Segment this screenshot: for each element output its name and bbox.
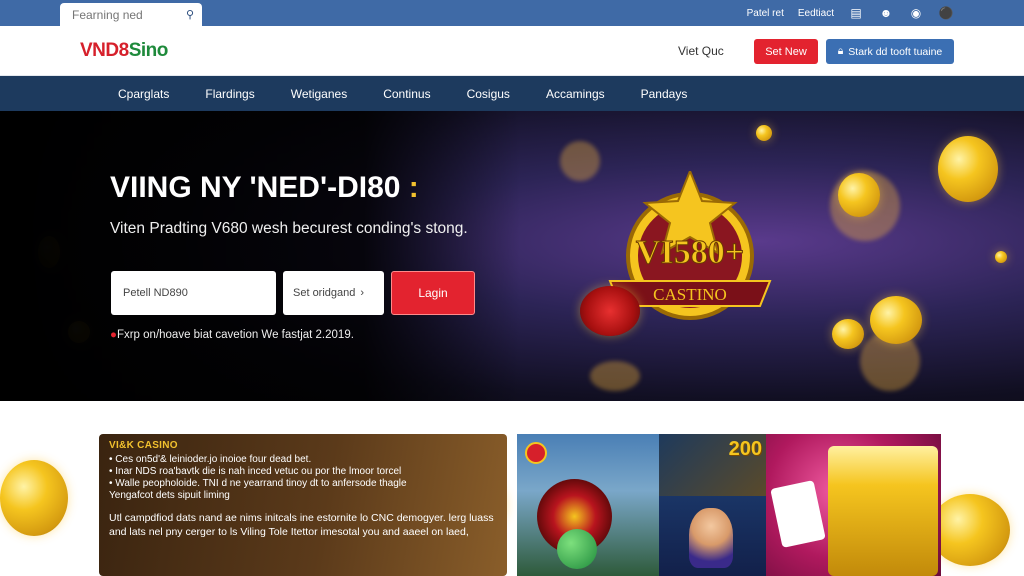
list-item-text: Walle peopholoide. TNI d ne yearrand tin… xyxy=(115,478,407,489)
option-select[interactable]: Set oridgand › xyxy=(283,271,384,315)
chip-icon xyxy=(525,442,547,464)
header-language-link[interactable]: Viet Quc xyxy=(678,44,724,58)
site-logo[interactable]: VND8Sino xyxy=(80,40,168,62)
top-utility-bar: ⚲ Patel ret Eedtiact ▤ ☻ ◉ ⚫ xyxy=(0,0,1024,26)
list-item-text: Yengafcot dets sipuit liming xyxy=(109,490,230,501)
gold-coin xyxy=(870,296,922,344)
character-figure xyxy=(689,508,733,568)
start-button[interactable]: 🔒︎ Stark dd tooft tuaine xyxy=(826,39,954,64)
nav-item-7[interactable]: Pandays xyxy=(641,87,688,101)
hero-note: ●Fxrp on/hoave biat cavetion We fastjat … xyxy=(110,329,354,341)
option-select-value: Set oridgand xyxy=(293,287,356,299)
list-item: • Walle peopholoide. TNI d ne yearrand t… xyxy=(109,478,407,489)
hero-note-text: Fxrp on/hoave biat cavetion We fastjat 2… xyxy=(116,329,354,341)
site-header: VND8Sino Viet Quc Set New 🔒︎ Stark dd to… xyxy=(0,26,1024,76)
game-tile-cards[interactable] xyxy=(766,434,941,576)
login-button[interactable]: Lagin xyxy=(391,271,475,315)
emblem-title: VI580+ xyxy=(636,234,744,271)
game-tile-roulette[interactable] xyxy=(517,434,659,576)
list-item: Yengafcot dets sipuit liming xyxy=(109,490,497,502)
emblem-subtitle: CASTINO xyxy=(653,285,727,304)
poker-chip xyxy=(580,286,640,336)
dice xyxy=(557,529,597,569)
hero-title-suffix: : xyxy=(408,171,419,204)
note-bullet-icon: ● xyxy=(110,329,117,341)
game-gallery: 200 xyxy=(517,434,941,576)
list-item: • Inar NDS roa'bavtk die is nah inced ve… xyxy=(109,466,402,477)
search-icon[interactable]: ⚲ xyxy=(186,8,194,21)
info-card-list: • Ces on5d'& leinioder.jo inoioe four de… xyxy=(109,454,497,502)
game-tile-adventure[interactable]: 200 xyxy=(659,434,766,496)
search-box[interactable]: ⚲ xyxy=(60,3,202,26)
search-input[interactable] xyxy=(72,7,172,22)
nav-item-4[interactable]: Continus xyxy=(383,87,430,101)
gold-coin xyxy=(930,494,1010,566)
gold-coin xyxy=(832,319,864,349)
username-field[interactable]: Petell ND890 xyxy=(111,271,276,315)
bokeh-light xyxy=(560,141,600,181)
nav-item-5[interactable]: Cosigus xyxy=(467,87,510,101)
gold-coin xyxy=(995,251,1007,263)
calendar-icon[interactable]: ▤ xyxy=(848,6,864,20)
start-button-label: Stark dd tooft tuaine xyxy=(848,45,943,58)
bonus-badge: 200 xyxy=(728,438,762,460)
logo-part-1: VND8 xyxy=(80,40,129,61)
gold-coin xyxy=(838,173,880,217)
user-icon[interactable]: ☻ xyxy=(878,6,894,20)
shield-icon[interactable]: ⚫ xyxy=(938,6,954,20)
bokeh-light xyxy=(590,361,640,391)
game-tile-column: 200 xyxy=(659,434,766,576)
logo-part-2: Sino xyxy=(128,40,169,61)
main-nav: Cparglats Flardings Wetiganes Continus C… xyxy=(0,76,1024,111)
nav-item-6[interactable]: Accamings xyxy=(546,87,605,101)
casino-emblem: VI580+ CASTINO xyxy=(608,171,772,320)
chevron-right-icon: › xyxy=(360,287,365,299)
nav-item-1[interactable]: Cparglats xyxy=(118,87,169,101)
list-item: • Ces on5d'& leinioder.jo inoioe four de… xyxy=(109,454,312,465)
nav-item-3[interactable]: Wetiganes xyxy=(291,87,347,101)
hero-title: VIING NY 'NED'-DI80 : xyxy=(110,171,419,205)
hero-banner: VIING NY 'NED'-DI80 : Viten Pradting V68… xyxy=(0,111,1024,401)
top-links: Patel ret Eedtiact ▤ ☻ ◉ ⚫ xyxy=(747,0,954,26)
gold-stack xyxy=(828,446,938,576)
list-item-text: Inar NDS roa'bavtk die is nah inced vetu… xyxy=(115,466,402,477)
help-circle-icon[interactable]: ◉ xyxy=(908,6,924,20)
info-card: VI&K CASINO • Ces on5d'& leinioder.jo in… xyxy=(99,434,507,576)
top-link-2[interactable]: Eedtiact xyxy=(798,8,834,19)
game-tile-character[interactable] xyxy=(659,496,766,576)
hero-shade xyxy=(0,111,520,401)
lock-icon: 🔒︎ xyxy=(837,45,844,57)
playing-card xyxy=(770,480,826,548)
list-item-text: Ces on5d'& leinioder.jo inoioe four dead… xyxy=(115,454,312,465)
gold-coin xyxy=(938,136,998,202)
gold-coin xyxy=(756,125,772,141)
hero-title-text: VIING NY 'NED'-DI80 xyxy=(110,171,401,204)
hero-subtitle: Viten Pradting V680 wesh becurest condin… xyxy=(110,220,468,237)
info-card-body: Utl campdfiod dats nand ae nims initcals… xyxy=(109,512,494,538)
top-link-1[interactable]: Patel ret xyxy=(747,8,784,19)
info-card-title: VI&K CASINO xyxy=(109,440,178,451)
signup-button[interactable]: Set New xyxy=(754,39,818,64)
nav-item-2[interactable]: Flardings xyxy=(205,87,254,101)
gold-coin xyxy=(0,460,68,536)
